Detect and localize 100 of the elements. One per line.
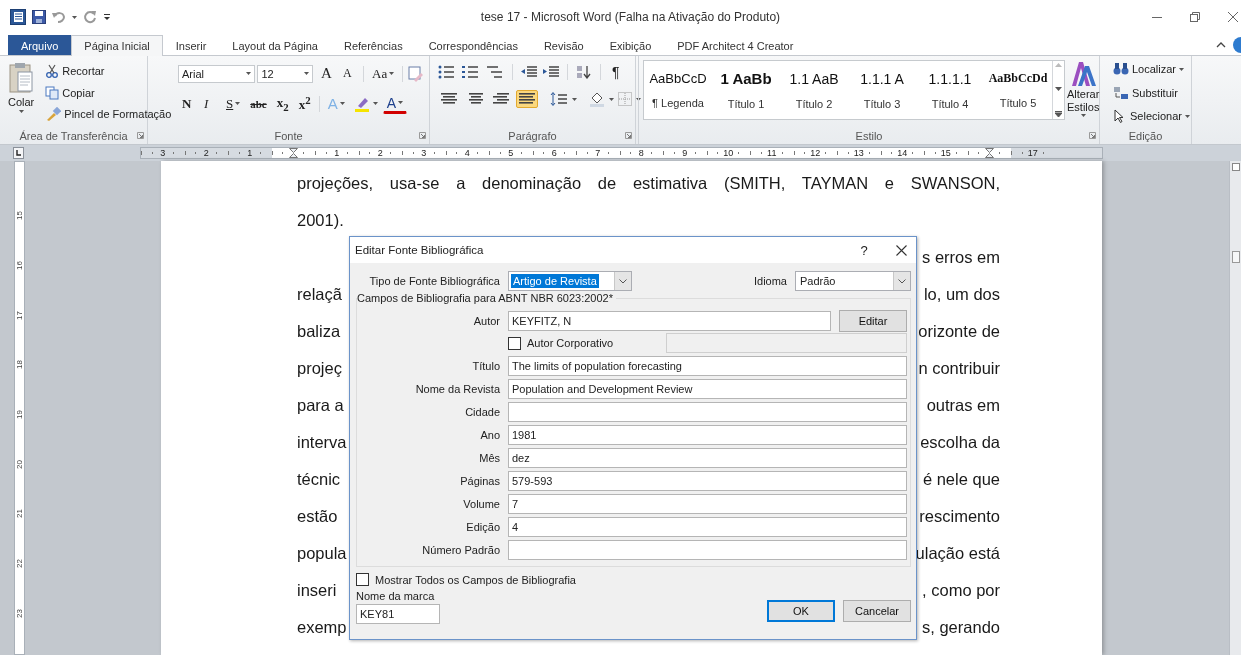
style-gallery-item[interactable]: 1.1.1.1 Título 4 — [916, 61, 984, 119]
caret-icon[interactable] — [1080, 114, 1086, 117]
indent-marker-icon[interactable] — [288, 148, 298, 158]
caret-icon[interactable] — [636, 97, 641, 101]
save-icon[interactable] — [32, 10, 46, 24]
help-button[interactable]: ? — [842, 242, 886, 258]
ribbon-tab[interactable]: PDF Architect 4 Creator — [664, 35, 807, 56]
input-field[interactable]: 579-593 — [508, 471, 907, 491]
font-color-button[interactable]: A — [382, 93, 408, 114]
collapse-ribbon-icon[interactable] — [1216, 40, 1226, 49]
caret-icon[interactable] — [72, 15, 77, 19]
grow-font-button[interactable]: A — [317, 64, 338, 83]
scissors-icon[interactable] — [45, 64, 60, 78]
style-gallery-item[interactable]: AaBbCcD ¶ Legenda — [644, 61, 712, 119]
input-field[interactable]: 4 — [508, 517, 907, 537]
checkbox[interactable] — [356, 573, 369, 586]
ribbon-tab[interactable]: Referências — [330, 35, 416, 56]
style-gallery-item[interactable]: 1.1.1 A Título 3 — [848, 61, 916, 119]
ribbon-tab[interactable]: Layout da Página — [219, 35, 331, 56]
dialog-launcher-icon[interactable] — [419, 132, 426, 139]
clipboard-button[interactable]: Pincel de Formatação — [42, 105, 175, 123]
editing-button[interactable]: Substituir — [1110, 83, 1189, 102]
underline-button[interactable]: S — [222, 94, 245, 113]
decrease-indent-icon[interactable] — [521, 65, 537, 79]
caret-icon[interactable] — [18, 110, 24, 113]
redo-icon[interactable] — [83, 10, 97, 24]
bullets-icon[interactable] — [438, 65, 456, 79]
dialog-launcher-icon[interactable] — [1089, 132, 1096, 139]
clipboard-button[interactable]: Recortar — [42, 62, 175, 80]
input-field[interactable] — [508, 402, 907, 422]
restore-icon[interactable] — [1189, 11, 1201, 23]
caret-icon[interactable] — [1179, 67, 1185, 71]
line-spacing-icon[interactable] — [550, 92, 568, 106]
superscript-button[interactable]: x$^{2}$ — [294, 93, 315, 115]
change-styles-button[interactable]: Alterar Estilos — [1067, 58, 1100, 127]
ribbon-tab[interactable]: Correspondências — [415, 35, 531, 56]
shading-icon[interactable] — [589, 91, 605, 107]
font-size-field[interactable]: 12 — [257, 64, 314, 83]
close-icon[interactable] — [1227, 11, 1239, 23]
style-gallery-item[interactable]: 1 AaBb Título 1 — [712, 61, 780, 119]
caret-icon[interactable] — [609, 97, 614, 101]
help-icon[interactable] — [1232, 36, 1241, 53]
input-field[interactable]: The limits of population forecasting — [508, 356, 907, 376]
input-field[interactable]: 1981 — [508, 425, 907, 445]
caret-icon[interactable] — [389, 72, 395, 75]
bold-button[interactable]: N — [178, 94, 198, 113]
language-dropdown[interactable]: Padrão — [795, 271, 911, 291]
numbering-icon[interactable] — [462, 65, 480, 79]
corporate-author-field[interactable] — [666, 333, 907, 353]
vertical-scrollbar[interactable] — [1229, 161, 1241, 655]
input-field[interactable]: Population and Development Review — [508, 379, 907, 399]
caret-icon[interactable] — [235, 102, 241, 106]
dialog-launcher-icon[interactable] — [625, 132, 632, 139]
tag-name-field[interactable]: KEY81 — [356, 604, 440, 624]
edit-button[interactable]: Editar — [839, 310, 907, 332]
source-type-dropdown[interactable]: Artigo de Revista — [508, 271, 632, 291]
multilevel-list-icon[interactable] — [486, 65, 504, 79]
subscript-button[interactable]: x$_{2}$ — [272, 93, 293, 114]
caret-icon[interactable] — [304, 72, 310, 75]
caret-icon[interactable] — [246, 72, 252, 75]
ribbon-tab[interactable]: Inserir — [162, 35, 220, 56]
sort-icon[interactable] — [576, 65, 592, 79]
dialog-button[interactable]: Cancelar — [843, 600, 911, 622]
shrink-font-button[interactable]: A — [339, 65, 360, 82]
ribbon-tab[interactable]: Página Inicial — [71, 35, 163, 56]
scroll-down-icon[interactable] — [1055, 87, 1062, 91]
input-field[interactable]: 7 — [508, 494, 907, 514]
style-gallery-item[interactable]: AaBbCcDd Título 5 — [984, 61, 1052, 119]
dialog-button[interactable]: OK — [767, 600, 835, 622]
caret-icon[interactable] — [1185, 114, 1190, 118]
font-family-field[interactable]: Arial — [178, 64, 256, 83]
ruler-toggle-icon[interactable] — [1231, 163, 1240, 171]
ribbon-tab[interactable]: Arquivo — [8, 35, 72, 55]
editing-button[interactable]: Localizar — [1110, 60, 1189, 78]
tab-selector-icon[interactable] — [13, 147, 24, 159]
scroll-handle-icon[interactable] — [1231, 251, 1240, 263]
author-field[interactable]: KEYFITZ, N — [508, 311, 831, 331]
caret-icon[interactable] — [572, 97, 577, 101]
copy-icon[interactable] — [45, 85, 60, 100]
more-styles-icon[interactable] — [1055, 111, 1062, 117]
change-case-button[interactable]: Aa — [368, 64, 398, 83]
clipboard-button[interactable]: Copiar — [42, 83, 175, 102]
increase-indent-icon[interactable] — [543, 65, 559, 79]
strikethrough-button[interactable]: abc — [246, 96, 271, 111]
ribbon-tab[interactable]: Revisão — [530, 35, 597, 56]
style-gallery-item[interactable]: 1.1 AaB Título 2 — [780, 61, 848, 119]
undo-icon[interactable] — [52, 10, 66, 24]
customize-toolbar-icon[interactable] — [103, 12, 111, 22]
input-field[interactable]: dez — [508, 448, 907, 468]
close-icon[interactable] — [895, 244, 907, 256]
checkbox[interactable] — [508, 336, 521, 350]
indent-marker-icon[interactable] — [984, 148, 994, 158]
show-marks-button[interactable]: ¶ — [609, 64, 627, 80]
caret-icon[interactable] — [372, 102, 378, 106]
dialog-launcher-icon[interactable] — [137, 132, 144, 139]
input-field[interactable] — [508, 540, 907, 560]
caret-icon[interactable] — [398, 101, 404, 105]
paste-button[interactable]: Colar — [4, 60, 39, 127]
caret-icon[interactable] — [339, 102, 345, 106]
italic-button[interactable]: I — [200, 94, 220, 113]
